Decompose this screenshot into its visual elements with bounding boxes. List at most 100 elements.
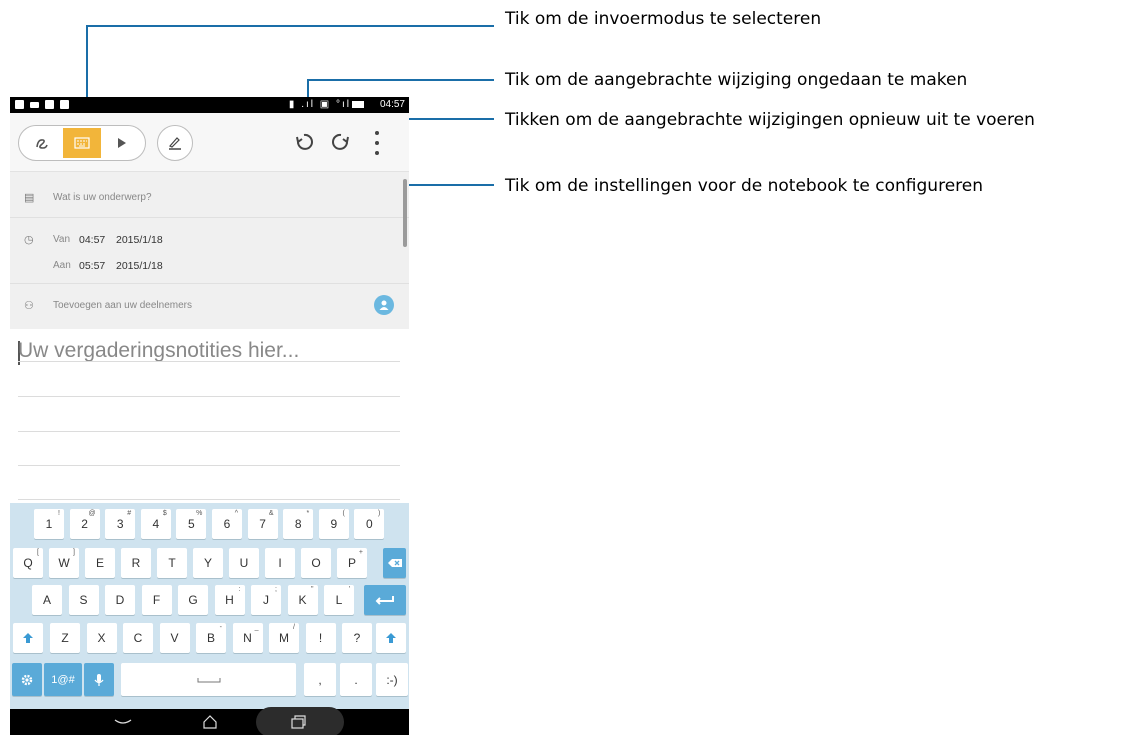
number-key[interactable]: 3 #: [105, 509, 136, 539]
key-secondary-label: ]: [73, 549, 75, 556]
image-notification-icon: [60, 100, 69, 109]
key-label: V: [170, 631, 179, 645]
subject-field[interactable]: Wat is uw onderwerp?: [53, 192, 152, 203]
number-key[interactable]: 2 @: [69, 509, 100, 539]
navigation-bar: [10, 707, 409, 735]
shift-icon: [23, 633, 33, 643]
letter-key[interactable]: T: [157, 548, 187, 578]
status-bar: ▮ .ıl ▣ °ıl 04:57: [10, 97, 409, 113]
key-secondary-label: @: [88, 510, 96, 517]
letter-key[interactable]: E: [85, 548, 115, 578]
letter-key[interactable]: Y: [193, 548, 223, 578]
number-key[interactable]: 8 *: [283, 509, 314, 539]
key-label: 0: [366, 517, 373, 531]
note-line: [18, 431, 400, 432]
symbols-key[interactable]: 1@#: [44, 663, 82, 696]
letter-key[interactable]: J;: [251, 585, 281, 615]
back-button[interactable]: [108, 712, 138, 732]
backspace-key[interactable]: [383, 548, 406, 578]
number-key[interactable]: 5%: [176, 509, 207, 539]
key-secondary-label: [: [37, 549, 39, 556]
shift-left-key[interactable]: [13, 623, 43, 653]
letter-key[interactable]: S: [68, 585, 99, 615]
from-label: Van: [53, 234, 71, 245]
pen-style-icon: [169, 137, 181, 150]
letter-key[interactable]: C: [123, 623, 153, 653]
to-time[interactable]: 05:57: [79, 260, 105, 272]
number-key[interactable]: 1!: [34, 509, 64, 539]
key-label: A: [42, 593, 51, 607]
letter-key[interactable]: W]: [49, 548, 79, 578]
letter-key[interactable]: I: [265, 548, 295, 578]
number-key[interactable]: 7 &: [247, 509, 278, 539]
add-participant-button[interactable]: [374, 295, 394, 315]
to-date[interactable]: 2015/1/18: [116, 260, 163, 272]
key-secondary-label: *: [306, 510, 310, 517]
key-label: K: [298, 593, 307, 607]
letter-key[interactable]: G: [178, 585, 208, 615]
mode-pen-button[interactable]: [103, 128, 141, 158]
letter-key[interactable]: F: [141, 585, 172, 615]
undo-button[interactable]: [291, 129, 317, 155]
letter-key[interactable]: X: [86, 623, 117, 653]
letter-key[interactable]: B-: [196, 623, 226, 653]
overflow-menu-button[interactable]: [370, 131, 384, 155]
letter-key[interactable]: P +: [337, 548, 367, 578]
space-key[interactable]: [121, 663, 296, 696]
letter-key[interactable]: R: [121, 548, 151, 578]
notes-editor[interactable]: Uw vergaderingsnotities hier...: [10, 329, 409, 503]
letter-key[interactable]: D: [105, 585, 135, 615]
from-time[interactable]: 04:57: [79, 234, 105, 246]
key-secondary-label: (: [342, 510, 345, 517]
mode-handwriting-button[interactable]: [23, 128, 61, 158]
key-secondary-label: ': [348, 586, 350, 593]
letter-key[interactable]: M /: [269, 623, 299, 653]
number-key[interactable]: 0): [354, 509, 385, 539]
home-button[interactable]: [195, 712, 225, 732]
callout-redo: Tikken om de aangebrachte wijzigingen op…: [505, 110, 1035, 130]
period-key[interactable]: .: [340, 663, 372, 696]
note-line: [18, 465, 400, 466]
voice-input-key[interactable]: [84, 663, 114, 696]
letter-key[interactable]: ?: [342, 623, 372, 653]
key-label: 2: [81, 517, 88, 531]
key-label: !: [318, 631, 323, 645]
recent-apps-button[interactable]: [283, 712, 313, 732]
emoticon-key[interactable]: :-): [376, 663, 408, 696]
number-key[interactable]: 9(: [318, 509, 349, 539]
key-secondary-label: ): [378, 510, 381, 517]
letter-key[interactable]: A: [32, 585, 62, 615]
letter-key[interactable]: !: [305, 623, 336, 653]
key-label: 9: [330, 517, 338, 531]
key-secondary-label: ;: [275, 586, 277, 593]
letter-key[interactable]: U: [229, 548, 259, 578]
letter-key[interactable]: L ': [324, 585, 354, 615]
scrollbar[interactable]: [403, 179, 407, 247]
calendar-notification-icon: [15, 100, 24, 109]
key-secondary-label: ^: [234, 510, 238, 517]
participants-field[interactable]: Toevoegen aan uw deelnemers: [53, 300, 192, 311]
letter-key[interactable]: V: [159, 623, 190, 653]
comma-key[interactable]: ,: [304, 663, 336, 696]
number-key[interactable]: 4 $: [140, 509, 171, 539]
number-key[interactable]: 6 ^: [212, 509, 242, 539]
to-label: Aan: [53, 260, 71, 271]
letter-key[interactable]: O: [301, 548, 331, 578]
letter-key[interactable]: H:: [214, 585, 245, 615]
enter-key[interactable]: [364, 585, 406, 615]
mode-keyboard-button[interactable]: [63, 128, 101, 158]
from-date[interactable]: 2015/1/18: [116, 234, 163, 246]
subject-icon: ▤: [24, 192, 35, 204]
letter-key[interactable]: Z: [50, 623, 80, 653]
settings-key[interactable]: [12, 663, 42, 696]
letter-key[interactable]: N _: [232, 623, 263, 653]
key-label: Z: [61, 631, 69, 645]
redo-button[interactable]: [328, 129, 354, 155]
letter-key[interactable]: Q[: [13, 548, 43, 578]
notes-toolbar: [10, 113, 409, 172]
shift-icon: [386, 633, 396, 643]
letter-key[interactable]: K ": [287, 585, 318, 615]
pen-style-button[interactable]: [157, 125, 193, 161]
key-label: C: [133, 631, 143, 645]
shift-right-key[interactable]: [376, 623, 406, 653]
